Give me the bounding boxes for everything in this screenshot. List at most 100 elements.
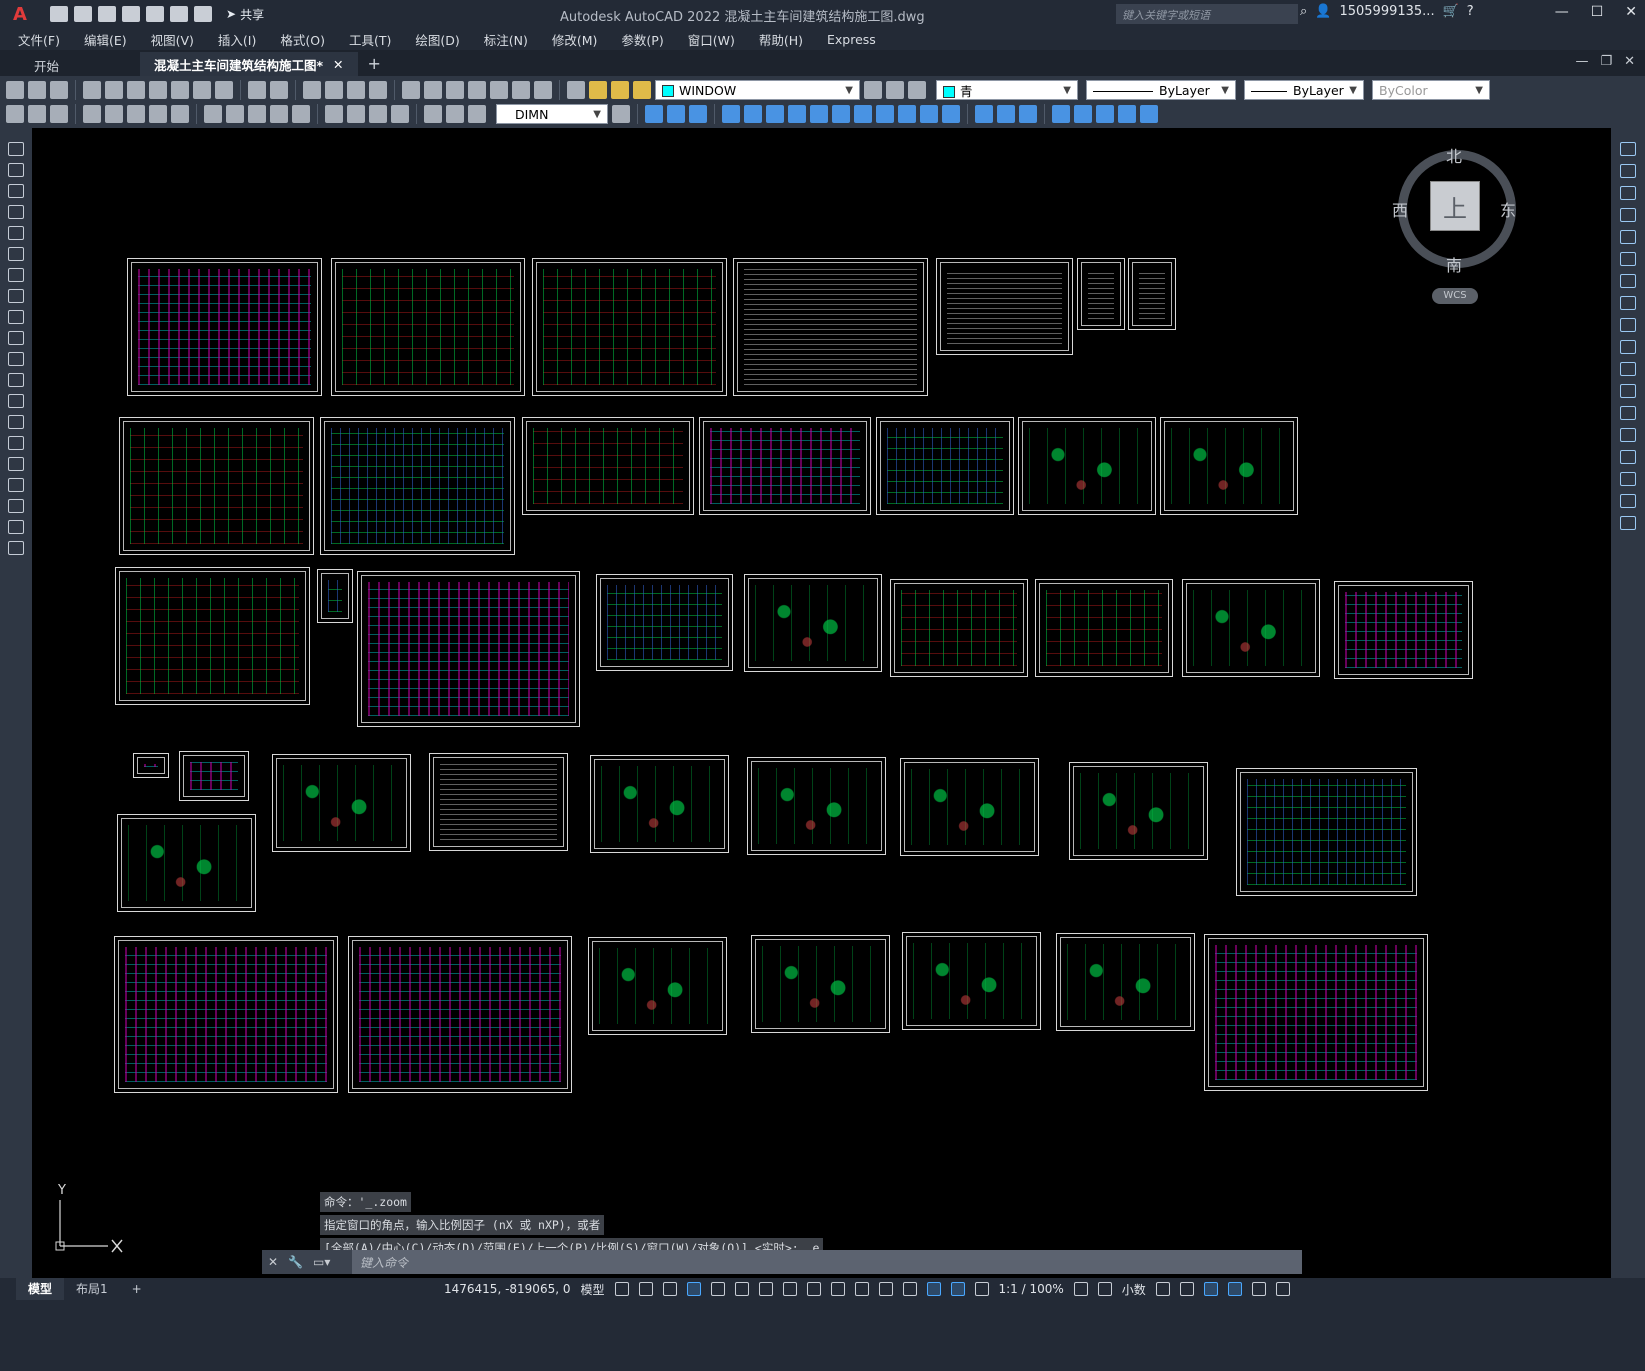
drawing-sheet[interactable] xyxy=(936,258,1073,355)
selection-filter-icon[interactable] xyxy=(926,1282,941,1296)
view-left-icon[interactable] xyxy=(689,105,707,123)
drawing-sheet[interactable] xyxy=(1069,762,1208,860)
tab-drawing[interactable]: 混凝土主车间建筑结构施工图* ✕ xyxy=(140,52,358,76)
object-snap-tracking-icon[interactable] xyxy=(758,1282,773,1296)
drawing-sheet[interactable] xyxy=(429,753,568,851)
copy-icon[interactable] xyxy=(171,81,189,99)
dim-edit-icon[interactable] xyxy=(424,105,442,123)
customize-icon[interactable]: 🔧 xyxy=(288,1255,303,1269)
drawing-sheet[interactable] xyxy=(127,258,322,396)
search-icon[interactable]: ⌕ xyxy=(1300,4,1307,19)
match-properties-icon[interactable] xyxy=(215,81,233,99)
properties-icon[interactable] xyxy=(402,81,420,99)
compass-west[interactable]: 西 xyxy=(1392,197,1408,221)
erase-icon[interactable] xyxy=(722,105,740,123)
dynamic-ucs-icon[interactable] xyxy=(902,1282,917,1296)
new-tab-icon[interactable]: + xyxy=(368,54,381,76)
break-tool-icon[interactable] xyxy=(1620,406,1636,420)
user-icon[interactable]: 👤 xyxy=(1315,4,1331,19)
zoom-window-icon[interactable] xyxy=(347,81,365,99)
region-icon[interactable] xyxy=(1052,105,1070,123)
intersect-icon[interactable] xyxy=(1118,105,1136,123)
break-icon[interactable] xyxy=(876,105,894,123)
tab-close-icon[interactable]: ✕ xyxy=(333,57,343,72)
viewcube-top-face[interactable]: 上 xyxy=(1430,181,1480,231)
explode-icon[interactable] xyxy=(1620,516,1636,530)
ortho-icon[interactable] xyxy=(686,1282,701,1296)
new-icon[interactable] xyxy=(6,81,24,99)
pan-icon[interactable] xyxy=(303,81,321,99)
point-icon[interactable] xyxy=(8,415,24,429)
rectangle-icon[interactable] xyxy=(8,226,24,240)
center-mark-icon[interactable] xyxy=(347,105,365,123)
stretch-icon[interactable] xyxy=(810,105,828,123)
save-as-icon[interactable] xyxy=(122,6,140,22)
drawing-sheet[interactable] xyxy=(1160,417,1298,515)
menu-file[interactable]: 文件(F) xyxy=(18,30,60,49)
join-tool-icon[interactable] xyxy=(1620,428,1636,442)
undo-icon-2[interactable] xyxy=(248,81,266,99)
calculator-icon[interactable] xyxy=(512,81,530,99)
markup-icon[interactable] xyxy=(490,81,508,99)
dim-update-icon[interactable] xyxy=(468,105,486,123)
autocad-logo-icon[interactable]: A xyxy=(0,0,40,28)
search-input[interactable]: 键入关键字或短语 xyxy=(1116,4,1298,24)
ellipse-arc-icon[interactable] xyxy=(8,352,24,366)
drawing-sheet[interactable] xyxy=(699,417,871,515)
union-icon[interactable] xyxy=(1074,105,1092,123)
quick-dim-icon[interactable] xyxy=(204,105,222,123)
polyline-icon[interactable] xyxy=(8,184,24,198)
doc-close-icon[interactable]: ✕ xyxy=(1624,54,1635,69)
drawing-sheet[interactable] xyxy=(114,936,338,1093)
view-top-icon[interactable] xyxy=(667,105,685,123)
menu-insert[interactable]: 插入(I) xyxy=(218,30,256,49)
shell-icon[interactable] xyxy=(997,105,1015,123)
dim-radius-icon[interactable] xyxy=(105,105,123,123)
help-icon-2[interactable] xyxy=(534,81,552,99)
drawing-sheet[interactable] xyxy=(522,417,694,515)
menu-dimension[interactable]: 标注(N) xyxy=(484,30,528,49)
drawing-sheet[interactable] xyxy=(532,258,727,396)
annotation-scale[interactable]: 1:1 / 100% xyxy=(999,1282,1064,1296)
doc-minimize-icon[interactable]: — xyxy=(1575,54,1588,69)
tab-layout1[interactable]: 布局1 xyxy=(64,1278,120,1300)
drawing-sheet[interactable] xyxy=(876,417,1014,515)
open-icon[interactable] xyxy=(28,81,46,99)
make-current-icon[interactable] xyxy=(864,81,882,99)
dim-baseline-icon[interactable] xyxy=(226,105,244,123)
slice-icon[interactable] xyxy=(1140,105,1158,123)
command-recent-icon[interactable]: ▭▾ xyxy=(313,1255,330,1269)
fillet-tool-icon[interactable] xyxy=(1620,472,1636,486)
sheet-set-icon[interactable] xyxy=(468,81,486,99)
snap-icon[interactable] xyxy=(638,1282,653,1296)
blend-icon[interactable] xyxy=(1620,494,1636,508)
menu-tools[interactable]: 工具(T) xyxy=(349,30,391,49)
jogged-linear-icon[interactable] xyxy=(391,105,409,123)
drawing-sheet[interactable] xyxy=(1334,581,1473,679)
subtract-icon[interactable] xyxy=(1096,105,1114,123)
drawing-sheet[interactable] xyxy=(272,754,411,852)
extend-tool-icon[interactable] xyxy=(1620,362,1636,376)
open-file-icon[interactable] xyxy=(74,6,92,22)
ellipse-icon[interactable] xyxy=(8,331,24,345)
drawing-sheet[interactable] xyxy=(1018,417,1156,515)
linetype-dropdown[interactable]: ByLayer ▼ xyxy=(1086,80,1236,100)
layer-dropdown[interactable]: WINDOW ▼ xyxy=(655,80,860,100)
rotate-tool-icon[interactable] xyxy=(1620,274,1636,288)
table-icon[interactable] xyxy=(8,499,24,513)
zoom-realtime-icon[interactable] xyxy=(325,81,343,99)
insert-block-icon[interactable] xyxy=(8,373,24,387)
menu-help[interactable]: 帮助(H) xyxy=(759,30,803,49)
move-icon[interactable] xyxy=(744,105,762,123)
fillet-icon[interactable] xyxy=(942,105,960,123)
annotation-monitor-icon[interactable] xyxy=(1097,1282,1112,1296)
menu-draw[interactable]: 绘图(D) xyxy=(415,30,459,49)
tool-palettes-icon[interactable] xyxy=(446,81,464,99)
close-command-icon[interactable]: ✕ xyxy=(268,1255,278,1269)
3d-osnap-icon[interactable] xyxy=(878,1282,893,1296)
view-front-icon[interactable] xyxy=(645,105,663,123)
join-icon[interactable] xyxy=(898,105,916,123)
dim-arc-icon[interactable] xyxy=(50,105,68,123)
mirror-icon[interactable] xyxy=(1620,186,1636,200)
clean-screen-icon[interactable] xyxy=(1251,1282,1266,1296)
